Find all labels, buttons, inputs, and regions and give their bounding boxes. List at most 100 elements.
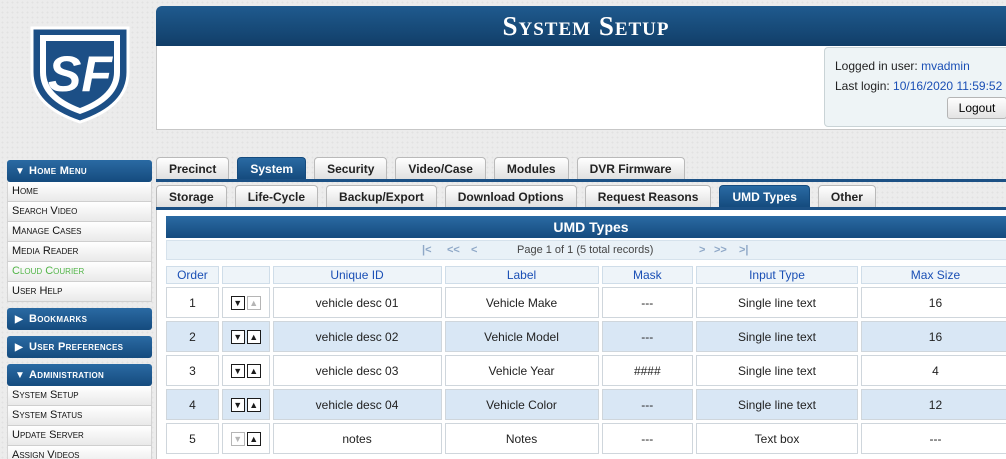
- move-down-icon[interactable]: ▼: [230, 329, 245, 344]
- cell-unique-id: notes: [272, 423, 442, 454]
- cell-order: 1: [166, 287, 219, 318]
- tab-dvr-firmware[interactable]: DVR Firmware: [576, 157, 685, 179]
- caret-right-icon: ▶: [15, 342, 23, 353]
- last-login-label: Last login:: [835, 79, 890, 93]
- logged-in-label: Logged in user:: [835, 59, 918, 73]
- prev-page-icon[interactable]: <: [471, 241, 477, 259]
- cell-mask: ---: [601, 321, 694, 352]
- tab-life-cycle[interactable]: Life-Cycle: [234, 185, 319, 207]
- cell-max-size: ---: [860, 423, 1006, 454]
- table-row[interactable]: 5 ▼ ▲ notes Notes --- Text box ---: [166, 423, 1006, 454]
- sidebar-item-search-video[interactable]: Search Video: [7, 202, 152, 222]
- caret-down-icon: ▼: [15, 166, 26, 177]
- prev-pages-icon[interactable]: <<: [447, 241, 460, 259]
- cell-input-type: Single line text: [696, 355, 858, 386]
- page-title: System Setup: [156, 6, 1006, 46]
- administration-header[interactable]: ▼ Administration: [7, 364, 152, 386]
- home-menu-label: Home Menu: [29, 165, 87, 177]
- tab-request-reasons[interactable]: Request Reasons: [584, 185, 712, 207]
- tab-precinct[interactable]: Precinct: [156, 157, 230, 179]
- move-up-icon[interactable]: ▲: [246, 397, 261, 412]
- tab-other[interactable]: Other: [817, 185, 876, 207]
- col-max-size[interactable]: Max Size: [860, 266, 1006, 284]
- sidebar-item-home[interactable]: Home: [7, 182, 152, 202]
- user-preferences-label: User Preferences: [29, 341, 124, 353]
- section-title: UMD Types: [166, 216, 1006, 238]
- cell-order: 4: [166, 389, 219, 420]
- cell-label: Notes: [444, 423, 599, 454]
- cell-label: Vehicle Make: [444, 287, 599, 318]
- first-page-icon[interactable]: |<: [422, 241, 432, 259]
- cell-unique-id: vehicle desc 01: [272, 287, 442, 318]
- table-row[interactable]: 3 ▼ ▲ vehicle desc 03 Vehicle Year #### S…: [166, 355, 1006, 386]
- sidebar-item-user-help[interactable]: User Help: [7, 282, 152, 302]
- last-login-value: 10/16/2020 11:59:52: [893, 79, 1003, 93]
- tab-storage[interactable]: Storage: [156, 185, 227, 207]
- move-up-icon[interactable]: ▲: [246, 431, 261, 446]
- move-up-icon[interactable]: ▲: [246, 363, 261, 378]
- user-preferences-header[interactable]: ▶ User Preferences: [7, 336, 152, 358]
- tabs-divider: [156, 179, 1006, 182]
- col-mask[interactable]: Mask: [601, 266, 694, 284]
- col-input-type[interactable]: Input Type: [696, 266, 858, 284]
- caret-down-icon: ▼: [15, 370, 26, 381]
- table-row[interactable]: 1 ▼ ▲ vehicle desc 01 Vehicle Make --- Si…: [166, 287, 1006, 318]
- sidebar-item-system-setup[interactable]: System Setup: [7, 386, 152, 406]
- next-page-icon[interactable]: >: [699, 241, 705, 259]
- move-down-icon[interactable]: ▼: [230, 363, 245, 378]
- table-row[interactable]: 4 ▼ ▲ vehicle desc 04 Vehicle Color --- S…: [166, 389, 1006, 420]
- col-order[interactable]: Order: [166, 266, 219, 284]
- logout-button[interactable]: Logout: [947, 97, 1006, 119]
- umd-types-table: Order Unique ID Label Mask Input Type Ma…: [163, 263, 1006, 457]
- next-pages-icon[interactable]: >>: [714, 241, 727, 259]
- move-up-icon: ▲: [246, 295, 261, 310]
- move-down-icon[interactable]: ▼: [230, 397, 245, 412]
- move-down-icon[interactable]: ▼: [230, 295, 245, 310]
- tab-backup-export[interactable]: Backup/Export: [326, 185, 437, 207]
- tab-video-case[interactable]: Video/Case: [395, 157, 486, 179]
- tab-modules[interactable]: Modules: [493, 157, 569, 179]
- cell-mask: ---: [601, 423, 694, 454]
- cell-input-type: Single line text: [696, 287, 858, 318]
- tab-download-options[interactable]: Download Options: [444, 185, 577, 207]
- cell-input-type: Single line text: [696, 321, 858, 352]
- logo-text: SF: [48, 46, 113, 102]
- cell-move: ▼ ▲: [221, 423, 270, 454]
- bookmarks-header[interactable]: ▶ Bookmarks: [7, 308, 152, 330]
- table-row[interactable]: 2 ▼ ▲ vehicle desc 02 Vehicle Model --- S…: [166, 321, 1006, 352]
- tab-system[interactable]: System: [237, 157, 307, 179]
- col-move: [221, 266, 270, 284]
- cell-label: Vehicle Year: [444, 355, 599, 386]
- sidebar-item-media-reader[interactable]: Media Reader: [7, 242, 152, 262]
- move-up-icon[interactable]: ▲: [246, 329, 261, 344]
- cell-unique-id: vehicle desc 03: [272, 355, 442, 386]
- sidebar-item-cloud-courier[interactable]: Cloud Courier: [7, 262, 152, 282]
- main-tabs: Precinct System Security Video/Case Modu…: [156, 157, 693, 181]
- administration-label: Administration: [29, 369, 105, 381]
- col-unique-id[interactable]: Unique ID: [272, 266, 442, 284]
- cell-max-size: 16: [860, 321, 1006, 352]
- cell-unique-id: vehicle desc 04: [272, 389, 442, 420]
- cell-move: ▼ ▲: [221, 321, 270, 352]
- sidebar-item-manage-cases[interactable]: Manage Cases: [7, 222, 152, 242]
- pager: |< << < Page 1 of 1 (5 total records) > …: [166, 240, 1006, 260]
- cell-mask: ---: [601, 287, 694, 318]
- cell-max-size: 12: [860, 389, 1006, 420]
- cell-mask: ---: [601, 389, 694, 420]
- tab-umd-types[interactable]: UMD Types: [719, 185, 810, 207]
- bookmarks-label: Bookmarks: [29, 313, 88, 325]
- cell-label: Vehicle Model: [444, 321, 599, 352]
- home-menu-header[interactable]: ▼ Home Menu: [7, 160, 152, 182]
- sidebar: ▼ Home Menu Home Search Video Manage Case…: [7, 160, 152, 459]
- last-page-icon[interactable]: >|: [739, 241, 749, 259]
- sidebar-item-system-status[interactable]: System Status: [7, 406, 152, 426]
- col-label[interactable]: Label: [444, 266, 599, 284]
- tab-security[interactable]: Security: [314, 157, 388, 179]
- cell-order: 2: [166, 321, 219, 352]
- sidebar-item-update-server[interactable]: Update Server: [7, 426, 152, 446]
- move-down-icon: ▼: [230, 431, 245, 446]
- sidebar-item-assign-videos[interactable]: Assign Videos: [7, 446, 152, 459]
- cell-move: ▼ ▲: [221, 355, 270, 386]
- cell-max-size: 4: [860, 355, 1006, 386]
- cell-input-type: Text box: [696, 423, 858, 454]
